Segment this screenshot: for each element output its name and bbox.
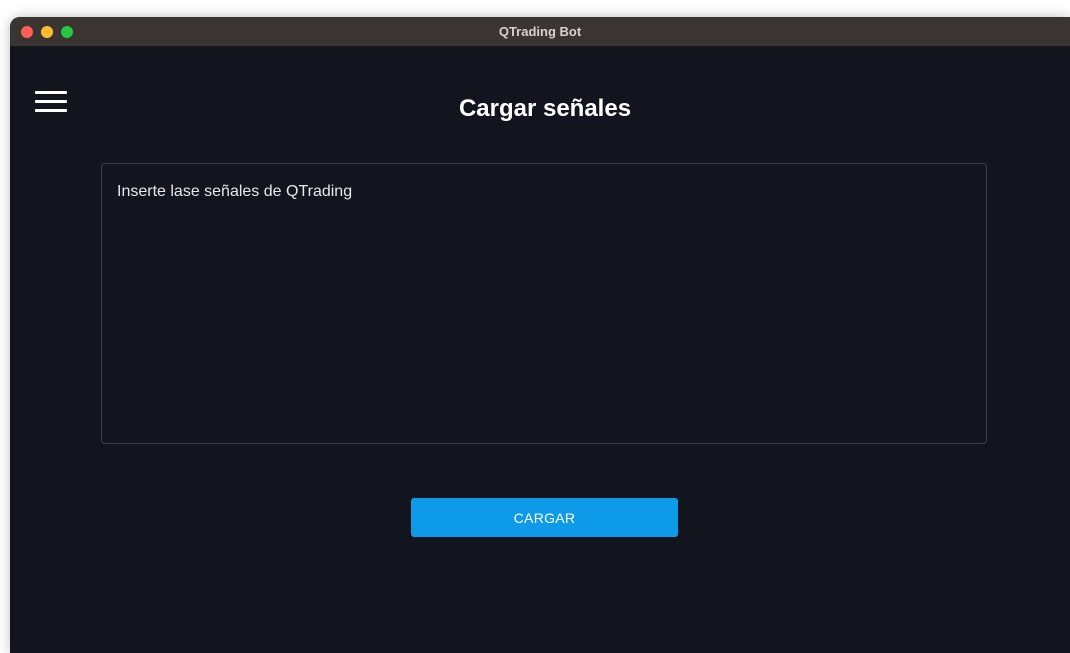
signals-input[interactable]: [101, 163, 987, 444]
load-signals-button[interactable]: CARGAR: [411, 498, 678, 537]
window-title: QTrading Bot: [498, 24, 582, 39]
menu-line: [35, 91, 67, 94]
app-window: QTrading Bot Cargar señales CARGAR: [10, 17, 1070, 653]
title-bar[interactable]: QTrading Bot: [10, 17, 1070, 47]
page-title: Cargar señales: [458, 95, 632, 122]
